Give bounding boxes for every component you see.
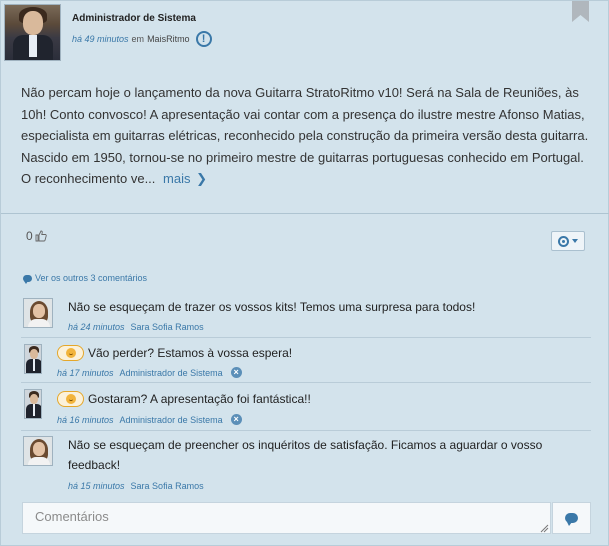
- see-other-comments-link[interactable]: Ver os outros 3 comentários: [23, 273, 148, 284]
- post-body: Não percam hoje o lançamento da nova Gui…: [21, 82, 591, 190]
- comment-item: Vão perder? Estamos à vossa espera! há 1…: [21, 338, 591, 383]
- author-name[interactable]: Administrador de Sistema: [72, 13, 196, 24]
- comment-avatar[interactable]: [24, 389, 42, 419]
- comment-text: Vão perder? Estamos à vossa espera!: [88, 346, 293, 360]
- see-comments-label: Ver os outros 3 comentários: [35, 273, 148, 283]
- delete-comment-icon[interactable]: ×: [230, 367, 242, 378]
- divider: [1, 213, 609, 214]
- comment-time: há 17 minutos: [57, 367, 114, 378]
- comment-time: há 16 minutos: [57, 414, 114, 425]
- comment-time: há 24 minutos: [68, 322, 125, 332]
- bookmark-icon[interactable]: [572, 1, 589, 22]
- post-options-button[interactable]: [551, 231, 585, 251]
- post-card: Administrador de Sistema há 49 minutos e…: [0, 0, 609, 546]
- comment-meta: há 16 minutos Administrador de Sistema ×: [57, 414, 242, 425]
- send-comment-button[interactable]: [552, 502, 591, 534]
- comment-time: há 15 minutos: [68, 481, 125, 491]
- comment-author[interactable]: Administrador de Sistema: [120, 415, 223, 425]
- emoji-badge: [57, 391, 84, 407]
- comment-text: Não se esqueçam de preencher os inquérit…: [68, 438, 543, 472]
- comment-meta: há 24 minutos Sara Sofia Ramos: [68, 322, 204, 332]
- comment-avatar[interactable]: [23, 298, 53, 328]
- caret-down-icon: [572, 239, 578, 243]
- comment-meta: há 15 minutos Sara Sofia Ramos: [68, 481, 204, 491]
- more-link[interactable]: mais ❯: [163, 171, 207, 186]
- smiley-icon: [65, 394, 76, 404]
- comment-item: Não se esqueçam de trazer os vossos kits…: [21, 293, 591, 338]
- comment-avatar[interactable]: [23, 436, 53, 466]
- options-icon: [558, 235, 569, 247]
- thumbs-up-icon[interactable]: [35, 230, 47, 242]
- delete-comment-icon[interactable]: ×: [230, 414, 242, 425]
- comment-text: Gostaram? A apresentação foi fantástica!…: [88, 392, 311, 406]
- comment-input[interactable]: [22, 502, 551, 534]
- comment-author[interactable]: Sara Sofia Ramos: [131, 481, 204, 491]
- resize-grip-icon[interactable]: [539, 523, 549, 533]
- post-meta: há 49 minutos em MaisRitmo !: [72, 31, 212, 47]
- comment-author[interactable]: Administrador de Sistema: [120, 368, 223, 378]
- post-time: há 49 minutos: [72, 34, 129, 44]
- post-text: Não percam hoje o lançamento da nova Gui…: [21, 85, 589, 186]
- smiley-icon: [65, 348, 76, 358]
- comment-item: Não se esqueçam de preencher os inquérit…: [21, 431, 591, 495]
- comment-icon: [565, 513, 578, 526]
- more-label: mais: [163, 171, 191, 186]
- like-count: 0: [26, 229, 33, 243]
- post-in-word: em: [131, 34, 145, 44]
- comment-author[interactable]: Sara Sofia Ramos: [131, 322, 204, 332]
- comment-icon: [23, 274, 32, 284]
- like-counter[interactable]: 0: [26, 229, 47, 243]
- comment-text: Não se esqueçam de trazer os vossos kits…: [68, 300, 476, 314]
- info-icon[interactable]: !: [195, 31, 212, 47]
- comment-avatar[interactable]: [24, 344, 42, 374]
- comment-item: Gostaram? A apresentação foi fantástica!…: [21, 383, 591, 431]
- post-header: Administrador de Sistema há 49 minutos e…: [1, 1, 609, 63]
- emoji-badge: [57, 345, 84, 361]
- comment-meta: há 17 minutos Administrador de Sistema ×: [57, 367, 242, 378]
- chevron-right-icon: ❯: [192, 171, 207, 186]
- author-avatar[interactable]: [4, 4, 61, 61]
- post-group-link[interactable]: MaisRitmo: [147, 34, 190, 44]
